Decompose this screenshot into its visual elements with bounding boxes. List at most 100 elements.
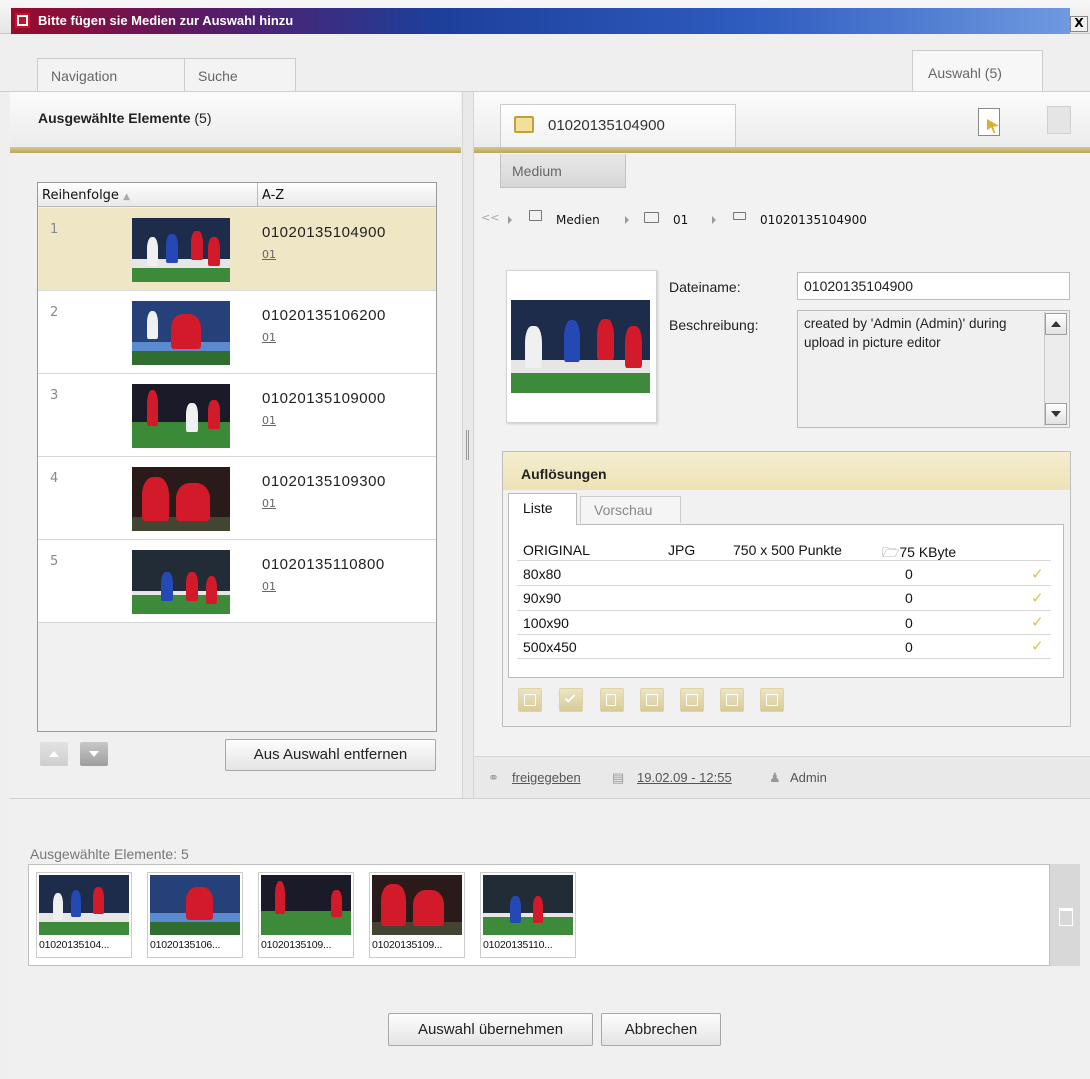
- breadcrumb-item-media: 01020135104900: [760, 213, 867, 227]
- thumbnail-image: [261, 875, 351, 935]
- delete-button[interactable]: [600, 688, 624, 712]
- tab-vorschau[interactable]: Vorschau: [580, 496, 681, 523]
- row-thumbnail: [132, 301, 230, 365]
- trash-icon[interactable]: [1050, 864, 1080, 966]
- save-button[interactable]: [720, 688, 744, 712]
- close-icon[interactable]: X: [1070, 16, 1088, 32]
- row-folder-link[interactable]: 01: [262, 497, 276, 510]
- breadcrumb-item-folder[interactable]: 01: [673, 213, 688, 227]
- move-up-button[interactable]: [40, 742, 68, 766]
- column-header-order[interactable]: Reihenfolge ▲: [42, 188, 130, 203]
- resolution-value: 0: [905, 566, 913, 582]
- thumbnail-caption: 01020135106...: [150, 939, 221, 951]
- check-icon: ✓: [1031, 613, 1044, 631]
- row-folder-link[interactable]: 01: [262, 248, 276, 261]
- selected-thumbnail[interactable]: 01020135104...: [36, 872, 132, 958]
- description-label: Beschreibung:: [669, 317, 759, 333]
- table-row[interactable]: 1 01020135104900 01: [38, 208, 436, 291]
- tab-navigation[interactable]: Navigation: [37, 58, 185, 92]
- table-row[interactable]: 4 01020135109300 01: [38, 457, 436, 540]
- remove-from-selection-button[interactable]: Aus Auswahl entfernen: [225, 739, 436, 771]
- thumbnail-image: [39, 875, 129, 935]
- open-folder-button[interactable]: [640, 688, 664, 712]
- splitter-grip-icon[interactable]: [466, 430, 469, 460]
- row-folder-link[interactable]: 01: [262, 580, 276, 593]
- table-row[interactable]: 3 01020135109000 01: [38, 374, 436, 457]
- scroll-up-icon[interactable]: [1045, 313, 1067, 335]
- resolution-original-size-value: 75 KByte: [899, 544, 957, 560]
- filename-field[interactable]: 01020135104900: [797, 272, 1070, 300]
- status-release-link[interactable]: freigegeben: [512, 770, 581, 785]
- resolution-value: 0: [905, 590, 913, 606]
- selected-thumbnail[interactable]: 01020135106...: [147, 872, 243, 958]
- row-name: 01020135104900: [262, 224, 386, 241]
- row-thumbnail: [132, 550, 230, 614]
- tab-suche[interactable]: Suche: [184, 58, 296, 92]
- divider: [517, 634, 1051, 635]
- column-header-az[interactable]: A-Z: [262, 188, 284, 203]
- breadcrumb-back-icon[interactable]: <<: [481, 211, 499, 224]
- resolution-name: 80x80: [523, 566, 562, 582]
- export-icon[interactable]: [978, 108, 1000, 136]
- scroll-down-icon[interactable]: [1045, 403, 1067, 425]
- export-button[interactable]: [680, 688, 704, 712]
- move-down-button[interactable]: [80, 742, 108, 766]
- resolution-original-size: 🗁75 KByte: [882, 542, 956, 566]
- preview-button[interactable]: [760, 688, 784, 712]
- status-user: Admin: [790, 770, 827, 785]
- divider: [517, 610, 1051, 611]
- row-folder-link[interactable]: 01: [262, 331, 276, 344]
- tab-auswahl[interactable]: Auswahl (5): [912, 50, 1043, 92]
- thumbnail-image: [150, 875, 240, 935]
- panel-title-text: Ausgewählte Elemente: [38, 110, 191, 126]
- crop-button[interactable]: [518, 688, 542, 712]
- resolution-value: 0: [905, 639, 913, 655]
- folder-icon: [644, 212, 659, 223]
- divider: [517, 658, 1051, 659]
- row-thumbnail: [132, 218, 230, 282]
- table-row[interactable]: 2 01020135106200 01: [38, 291, 436, 374]
- apply-selection-button[interactable]: Auswahl übernehmen: [388, 1013, 593, 1046]
- resolution-original-format: JPG: [668, 542, 696, 558]
- check-icon: ✓: [1031, 589, 1044, 607]
- cancel-button[interactable]: Abbrechen: [601, 1013, 721, 1046]
- row-thumbnail: [132, 384, 230, 448]
- calendar-icon: ▤: [612, 770, 625, 785]
- row-number: 3: [50, 388, 59, 403]
- app-logo-icon: [15, 13, 30, 28]
- selected-thumbnail[interactable]: 01020135109...: [369, 872, 465, 958]
- row-name: 01020135106200: [262, 307, 386, 324]
- preview-image[interactable]: [511, 300, 650, 393]
- thumbnail-image: [372, 875, 462, 935]
- selected-thumbnail[interactable]: 01020135110...: [480, 872, 576, 958]
- row-number: 1: [50, 222, 59, 237]
- resolution-name: 100x90: [523, 615, 569, 631]
- chevron-right-icon: [625, 216, 629, 224]
- row-name: 01020135109300: [262, 473, 386, 490]
- breadcrumb-item-medien[interactable]: Medien: [556, 213, 600, 227]
- resolutions-title: Auflösungen: [521, 466, 607, 482]
- row-folder-link[interactable]: 01: [262, 414, 276, 427]
- media-icon: [514, 116, 534, 133]
- check-icon: ✓: [1031, 637, 1044, 655]
- divider: [517, 560, 1051, 561]
- column-header-order-label: Reihenfolge: [42, 188, 119, 203]
- status-date-link[interactable]: 19.02.09 - 12:55: [637, 770, 732, 785]
- table-row[interactable]: 5 01020135110800 01: [38, 540, 436, 623]
- row-number: 5: [50, 554, 59, 569]
- tab-medium[interactable]: Medium: [500, 154, 626, 188]
- filename-label: Dateiname:: [669, 279, 741, 295]
- thumbnail-image: [483, 875, 573, 935]
- column-divider[interactable]: [257, 183, 258, 207]
- thumbnail-caption: 01020135104...: [39, 939, 110, 951]
- resolution-value: 0: [905, 615, 913, 631]
- selected-thumbnail[interactable]: 01020135109...: [258, 872, 354, 958]
- copy-icon[interactable]: [1047, 106, 1071, 134]
- thumbnail-caption: 01020135109...: [372, 939, 443, 951]
- row-name: 01020135110800: [262, 556, 385, 573]
- tab-liste[interactable]: Liste: [508, 493, 577, 525]
- sort-asc-icon: ▲: [123, 192, 130, 202]
- divider: [517, 585, 1051, 586]
- resolution-name: 90x90: [523, 590, 562, 606]
- check-button[interactable]: [559, 688, 583, 712]
